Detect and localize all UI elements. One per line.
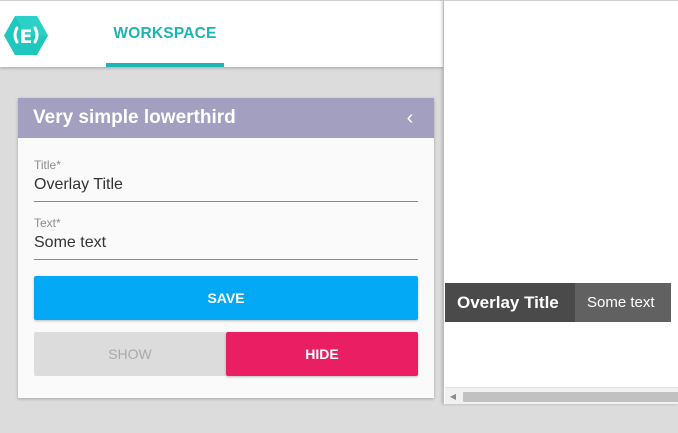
app-bar: E WORKSPACE [0,0,444,67]
lowerthird-overlay: Overlay Title Some text [445,283,671,322]
title-field-value[interactable]: Overlay Title [34,176,418,198]
preview-panel: Overlay Title Some text ◀ [443,0,678,404]
card-title: Very simple lowerthird [33,107,236,128]
card-header[interactable]: Very simple lowerthird ‹ [18,98,434,138]
tab-workspace[interactable]: WORKSPACE [106,1,224,67]
scroll-left-arrow-icon[interactable]: ◀ [447,390,459,402]
horizontal-scrollbar[interactable]: ◀ [445,387,678,404]
active-tab-indicator [106,63,224,67]
title-field[interactable]: Title* Overlay Title [34,158,418,202]
text-field-label: Text* [34,216,61,230]
chevron-left-icon[interactable]: ‹ [400,107,420,129]
tab-workspace-label: WORKSPACE [113,25,217,42]
lowerthird-card: Very simple lowerthird ‹ Title* Overlay … [18,98,434,398]
overlay-text: Some text [575,283,671,322]
hexagon-logo-icon[interactable]: E [3,14,49,57]
show-button[interactable]: SHOW [34,332,226,376]
scrollbar-thumb[interactable] [463,392,678,402]
hide-button[interactable]: HIDE [226,332,418,376]
save-button[interactable]: SAVE [34,276,418,320]
text-field[interactable]: Text* Some text [34,216,418,260]
overlay-title: Overlay Title [445,283,575,322]
title-field-label: Title* [34,158,61,172]
svg-text:E: E [20,26,33,48]
text-field-value[interactable]: Some text [34,234,418,256]
